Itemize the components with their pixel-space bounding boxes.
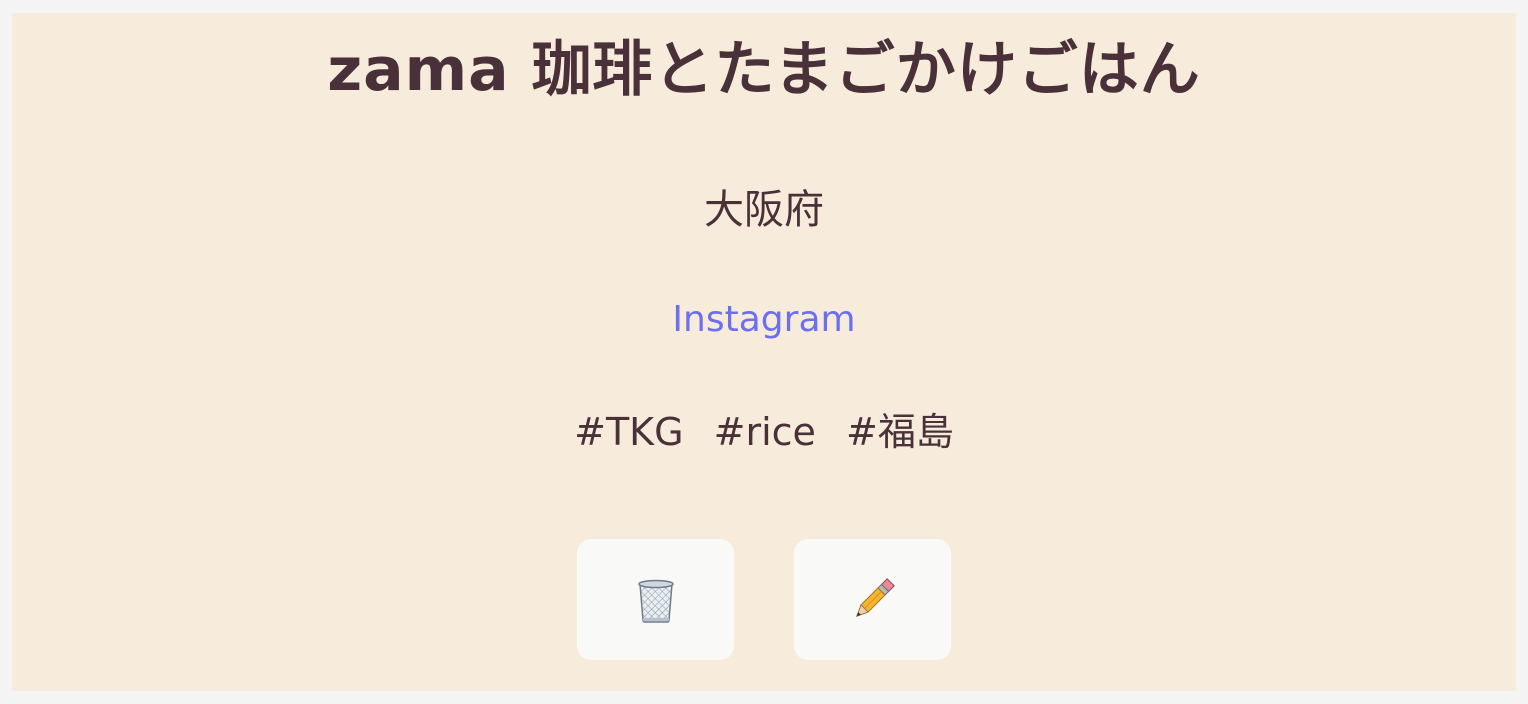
pencil-icon bbox=[850, 577, 896, 623]
wastebasket-icon bbox=[634, 577, 678, 623]
instagram-row: Instagram bbox=[12, 298, 1516, 348]
tag-list: #TKG #rice #福島 bbox=[12, 409, 1516, 455]
edit-button[interactable] bbox=[794, 539, 951, 660]
tag-item[interactable]: #福島 bbox=[846, 410, 954, 454]
shop-name: zama 珈琲とたまごかけごはん bbox=[327, 35, 1201, 105]
delete-button[interactable] bbox=[577, 539, 734, 660]
instagram-link[interactable]: Instagram bbox=[672, 299, 855, 340]
prefecture-label: 大阪府 bbox=[704, 187, 824, 233]
tag-item[interactable]: #TKG bbox=[574, 410, 683, 454]
shop-card: zama 珈琲とたまごかけごはん 大阪府 Instagram #TKG #ric… bbox=[12, 13, 1516, 691]
tag-item[interactable]: #rice bbox=[714, 410, 816, 454]
